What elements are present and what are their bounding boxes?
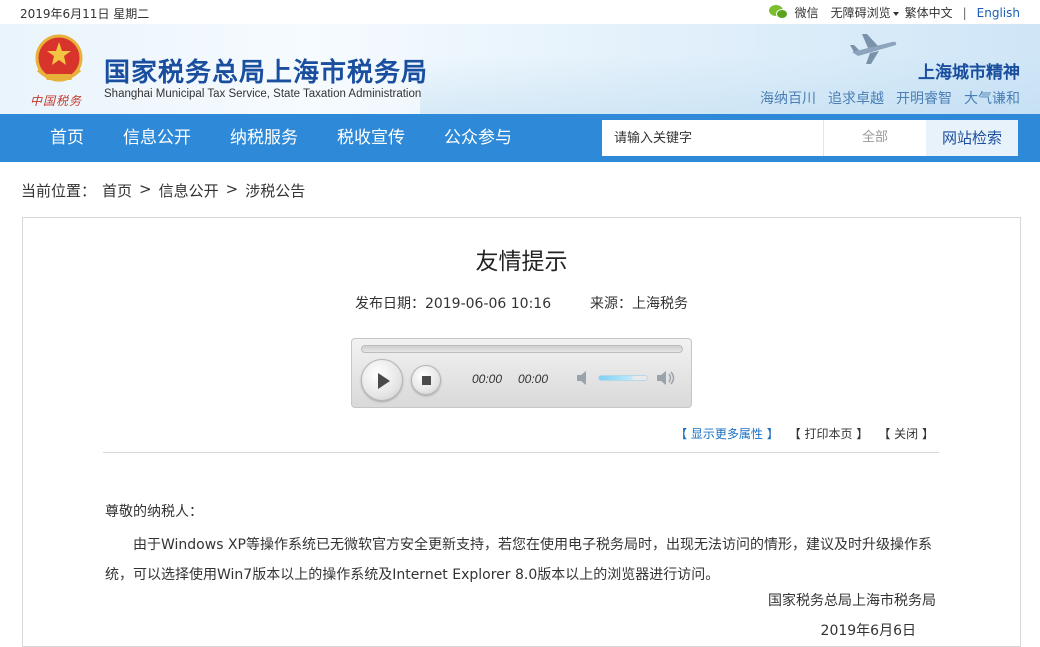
wechat-link[interactable]: 微信 [795,4,819,21]
utility-tools: 微信 无障碍浏览 繁体中文 | English [768,4,1020,21]
article-actions: 【 显示更多属性 】 【 打印本页 】 【 关闭 】 [675,425,934,442]
airplane-icon [850,34,897,64]
signature: 国家税务总局上海市税务局 [768,593,936,609]
accessibility-link[interactable]: 无障碍浏览 [831,4,899,21]
close-link[interactable]: 【 关闭 】 [878,425,934,442]
site-subtitle-en: Shanghai Municipal Tax Service, State Ta… [104,88,422,100]
stop-button[interactable] [411,365,441,395]
audio-progress-bar[interactable] [361,345,683,353]
article-panel: 友情提示 发布日期：2019-06-06 10:16 来源：上海税务 00:00… [22,217,1021,647]
nav-item-tax-service[interactable]: 纳税服务 [212,114,316,162]
search-scope-select[interactable]: 全部 [823,120,926,156]
site-search: 全部 网站检索 [602,120,1018,156]
article-paragraph: 由于Windows XP等操作系统已无微软官方安全更新支持，若您在使用电子税务局… [105,537,932,583]
main-nav: 首页 信息公开 纳税服务 税收宣传 公众参与 全部 网站检索 [0,114,1040,162]
volume-slider[interactable] [598,375,648,381]
duration-time: 00:00 [518,372,549,386]
nav-item-info-disclosure[interactable]: 信息公开 [105,114,209,162]
top-utility-bar: 2019年6月11日 星期二 微信 无障碍浏览 繁体中文 | English [0,0,1040,24]
tax-emblem-icon[interactable] [28,30,90,92]
header-banner: 中国税务 国家税务总局上海市税务局 Shanghai Municipal Tax… [0,24,1040,114]
nav-item-home[interactable]: 首页 [32,114,102,162]
accessibility-label: 无障碍浏览 [830,6,891,20]
breadcrumb-label: 当前位置： [21,182,97,200]
current-time: 00:00 [472,372,503,386]
mute-icon[interactable] [576,370,594,386]
current-date: 2019年6月11日 星期二 [20,7,150,21]
search-input[interactable] [602,120,823,156]
spirit-word: 开明睿智 [896,91,952,107]
breadcrumb-info-disclosure[interactable]: 信息公开 [159,180,219,201]
nav-item-tax-publicity[interactable]: 税收宣传 [319,114,423,162]
source-value: 上海税务 [632,296,689,312]
signature-date: 2019年6月6日 [820,623,916,639]
publish-date-label: 发布日期： [354,296,425,312]
site-title[interactable]: 国家税务总局上海市税务局 [104,52,428,89]
wechat-icon[interactable] [768,5,789,20]
article-meta: 发布日期：2019-06-06 10:16 来源：上海税务 [23,293,1020,313]
greeting: 尊敬的纳税人： [105,504,203,520]
divider [103,452,939,453]
separator: | [962,5,967,20]
source-label: 来源： [590,296,633,312]
article-title: 友情提示 [475,249,568,275]
publish-date: 2019-06-06 10:16 [424,296,552,312]
breadcrumb-separator: > [139,180,152,198]
breadcrumb-tax-notices[interactable]: 涉税公告 [245,180,305,201]
traditional-chinese-link[interactable]: 繁体中文 [905,4,953,21]
search-button[interactable]: 网站检索 [926,120,1018,156]
volume-icon[interactable] [656,370,676,386]
english-link[interactable]: English [977,6,1020,20]
print-page-link[interactable]: 【 打印本页 】 [789,425,869,442]
breadcrumb-home[interactable]: 首页 [102,180,132,201]
nav-item-public-participation[interactable]: 公众参与 [426,114,530,162]
spirit-word: 海纳百川 [760,91,816,107]
city-spirit-title: 上海城市精神 [918,63,1020,83]
spirit-word: 大气谦和 [964,91,1020,107]
spirit-word: 追求卓越 [828,91,884,107]
breadcrumb-separator: > [225,180,239,198]
emblem-caption: 中国税务 [30,94,83,108]
play-button[interactable] [361,359,403,401]
breadcrumb: 当前位置： 首页 > 信息公开 > 涉税公告 [21,180,305,201]
city-spirit-words: 海纳百川 追求卓越 开明睿智 大气谦和 [760,88,1020,108]
show-more-properties-link[interactable]: 【 显示更多属性 】 [675,425,779,442]
chevron-down-icon [892,11,899,16]
nav-items: 首页 信息公开 纳税服务 税收宣传 公众参与 [32,114,533,162]
audio-player: 00:00 00:00 [351,338,692,408]
